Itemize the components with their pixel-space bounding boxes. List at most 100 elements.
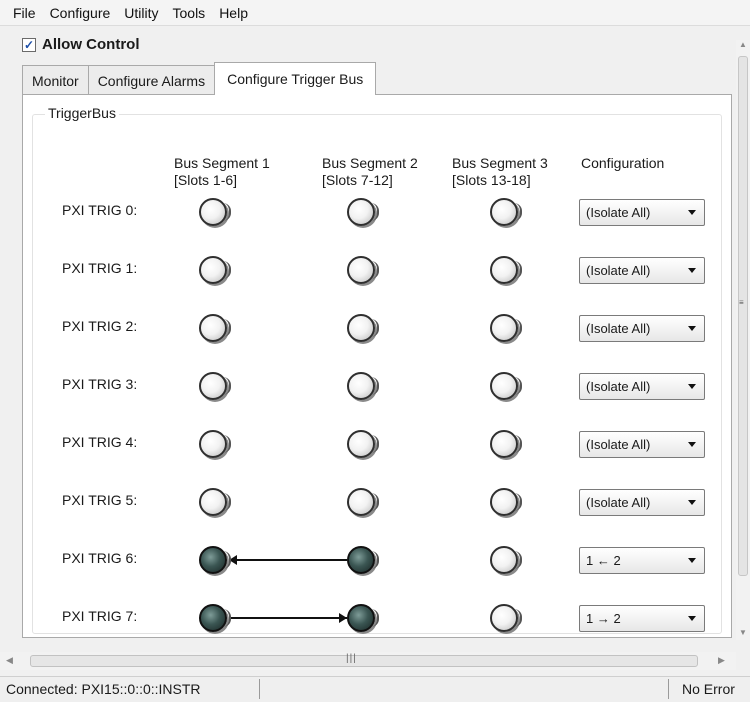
configuration-value: (Isolate All) bbox=[586, 379, 651, 394]
grip-icon: ≡ bbox=[739, 298, 744, 307]
configuration-value: (Isolate All) bbox=[586, 495, 651, 510]
caret-down-icon bbox=[688, 500, 696, 505]
status-divider bbox=[668, 679, 669, 699]
tab-configure-alarms[interactable]: Configure Alarms bbox=[87, 65, 216, 95]
scroll-left-icon[interactable]: ◀ bbox=[6, 655, 13, 666]
segment-2-led-button[interactable] bbox=[347, 604, 379, 632]
menu-configure[interactable]: Configure bbox=[43, 5, 118, 21]
segment-1-led-button[interactable] bbox=[199, 604, 231, 632]
caret-down-icon bbox=[688, 616, 696, 621]
tab-bar: Monitor Configure Alarms Configure Trigg… bbox=[22, 62, 377, 95]
configuration-value: 1 ← 2 bbox=[586, 553, 621, 568]
configuration-value: (Isolate All) bbox=[586, 321, 651, 336]
allow-control-checkbox[interactable]: ✓ bbox=[22, 37, 36, 52]
allow-control-label: Allow Control bbox=[42, 36, 140, 53]
segment-2-led-button[interactable] bbox=[347, 256, 379, 284]
segment-1-led-button[interactable] bbox=[199, 314, 231, 342]
trigger-bus-panel: TriggerBus Bus Segment 1 [Slots 1-6] Bus… bbox=[22, 94, 732, 638]
vertical-scrollbar[interactable]: ▲ ≡ ▼ bbox=[736, 40, 750, 640]
segment-1-led-button[interactable] bbox=[199, 430, 231, 458]
segment-2-led-button[interactable] bbox=[347, 198, 379, 226]
segment-2-led-button[interactable] bbox=[347, 372, 379, 400]
trigger-label: PXI TRIG 7: bbox=[62, 608, 138, 624]
scroll-right-icon[interactable]: ▶ bbox=[718, 655, 725, 666]
segment-1-led-button[interactable] bbox=[199, 372, 231, 400]
segment-3-led-button[interactable] bbox=[490, 604, 522, 632]
col1-slots: [Slots 1-6] bbox=[174, 172, 238, 188]
status-divider bbox=[259, 679, 260, 699]
configuration-dropdown[interactable]: (Isolate All) bbox=[579, 489, 705, 516]
trigger-label: PXI TRIG 3: bbox=[62, 376, 138, 392]
segment-3-led-button[interactable] bbox=[490, 314, 522, 342]
trigger-label: PXI TRIG 2: bbox=[62, 318, 138, 334]
menu-help[interactable]: Help bbox=[212, 5, 255, 21]
col1-title: Bus Segment 1 bbox=[174, 155, 270, 171]
segment-1-led-button[interactable] bbox=[199, 198, 231, 226]
caret-down-icon bbox=[688, 210, 696, 215]
segment-1-led-button[interactable] bbox=[199, 256, 231, 284]
vertical-scroll-thumb[interactable] bbox=[738, 56, 748, 576]
menu-utility[interactable]: Utility bbox=[117, 5, 165, 21]
segment-3-led-button[interactable] bbox=[490, 546, 522, 574]
segment-1-led-button[interactable] bbox=[199, 546, 231, 574]
configuration-dropdown[interactable]: (Isolate All) bbox=[579, 315, 705, 342]
menu-tools[interactable]: Tools bbox=[166, 5, 213, 21]
bus-link-line bbox=[229, 559, 347, 561]
connection-status: Connected: PXI15::0::0::INSTR bbox=[6, 681, 201, 697]
column-header-configuration: Configuration bbox=[581, 155, 664, 172]
col2-slots: [Slots 7-12] bbox=[322, 172, 393, 188]
col2-title: Bus Segment 2 bbox=[322, 155, 418, 171]
group-label: TriggerBus bbox=[45, 105, 119, 121]
segment-3-led-button[interactable] bbox=[490, 198, 522, 226]
grip-icon: ||| bbox=[346, 653, 357, 664]
segment-3-led-button[interactable] bbox=[490, 430, 522, 458]
horizontal-scroll-thumb[interactable]: ||| bbox=[30, 653, 698, 667]
tab-configure-trigger-bus[interactable]: Configure Trigger Bus bbox=[214, 62, 377, 95]
segment-2-led-button[interactable] bbox=[347, 546, 379, 574]
error-status: No Error bbox=[682, 681, 735, 697]
allow-control[interactable]: ✓ Allow Control bbox=[22, 36, 140, 53]
col3-title: Bus Segment 3 bbox=[452, 155, 548, 171]
segment-3-led-button[interactable] bbox=[490, 372, 522, 400]
caret-down-icon bbox=[688, 268, 696, 273]
configuration-value: 1 → 2 bbox=[586, 611, 621, 626]
segment-2-led-button[interactable] bbox=[347, 314, 379, 342]
column-header-segment-1: Bus Segment 1 [Slots 1-6] bbox=[174, 155, 270, 189]
segment-2-led-button[interactable] bbox=[347, 430, 379, 458]
column-header-segment-2: Bus Segment 2 [Slots 7-12] bbox=[322, 155, 418, 189]
configuration-dropdown[interactable]: (Isolate All) bbox=[579, 373, 705, 400]
tab-monitor[interactable]: Monitor bbox=[22, 65, 89, 95]
segment-1-led-button[interactable] bbox=[199, 488, 231, 516]
triggerbus-group: TriggerBus Bus Segment 1 [Slots 1-6] Bus… bbox=[32, 105, 722, 634]
configuration-value: (Isolate All) bbox=[586, 437, 651, 452]
bus-link-line bbox=[229, 617, 347, 619]
trigger-label: PXI TRIG 4: bbox=[62, 434, 138, 450]
trigger-label: PXI TRIG 0: bbox=[62, 202, 138, 218]
scroll-up-icon[interactable]: ▲ bbox=[739, 40, 747, 49]
configuration-dropdown[interactable]: (Isolate All) bbox=[579, 199, 705, 226]
arrow-right-icon bbox=[339, 613, 347, 623]
caret-down-icon bbox=[688, 326, 696, 331]
menu-file[interactable]: File bbox=[6, 5, 43, 21]
segment-3-led-button[interactable] bbox=[490, 488, 522, 516]
configuration-dropdown[interactable]: (Isolate All) bbox=[579, 257, 705, 284]
configuration-dropdown[interactable]: (Isolate All) bbox=[579, 431, 705, 458]
segment-3-led-button[interactable] bbox=[490, 256, 522, 284]
col3-slots: [Slots 13-18] bbox=[452, 172, 531, 188]
configuration-dropdown[interactable]: 1 ← 2 bbox=[579, 547, 705, 574]
configuration-dropdown[interactable]: 1 → 2 bbox=[579, 605, 705, 632]
column-header-segment-3: Bus Segment 3 [Slots 13-18] bbox=[452, 155, 548, 189]
caret-down-icon bbox=[688, 558, 696, 563]
status-bar: Connected: PXI15::0::0::INSTR No Error bbox=[0, 676, 750, 702]
checkmark-icon: ✓ bbox=[23, 37, 35, 52]
horizontal-scrollbar[interactable]: ◀ ||| ▶ bbox=[0, 652, 736, 670]
caret-down-icon bbox=[688, 384, 696, 389]
configuration-value: (Isolate All) bbox=[586, 205, 651, 220]
segment-2-led-button[interactable] bbox=[347, 488, 379, 516]
caret-down-icon bbox=[688, 442, 696, 447]
trigger-label: PXI TRIG 1: bbox=[62, 260, 138, 276]
configuration-value: (Isolate All) bbox=[586, 263, 651, 278]
scroll-down-icon[interactable]: ▼ bbox=[739, 628, 747, 637]
trigger-label: PXI TRIG 5: bbox=[62, 492, 138, 508]
menu-bar: File Configure Utility Tools Help bbox=[0, 0, 750, 26]
